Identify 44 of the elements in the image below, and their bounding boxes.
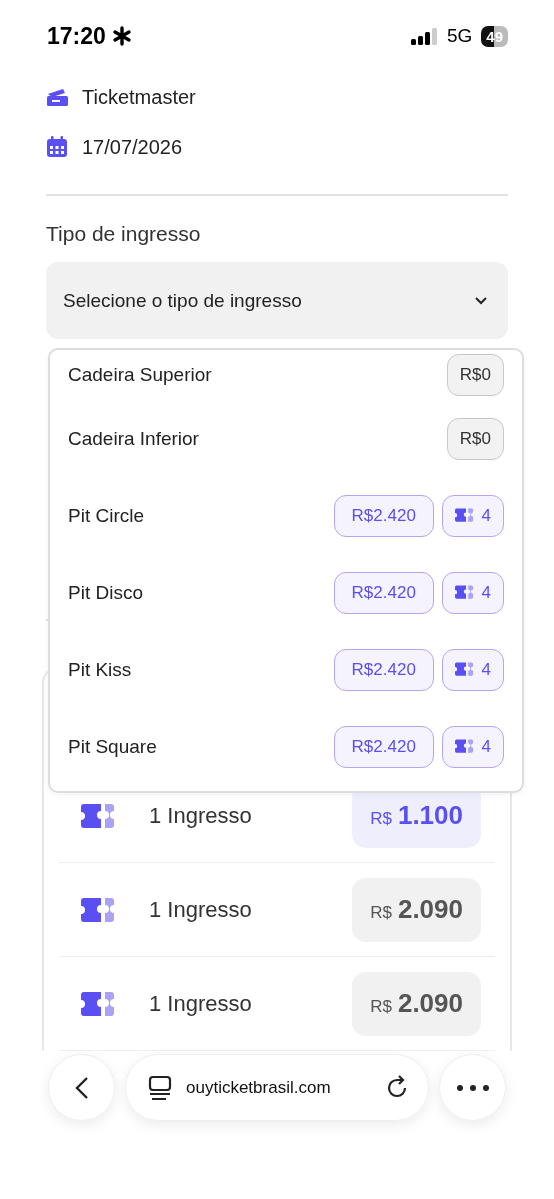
ticket-icon (454, 585, 474, 600)
chevron-down-icon (474, 296, 488, 305)
price-badge: R$2.420 (333, 648, 434, 691)
price-badge: R$2.420 (333, 571, 434, 614)
option-name[interactable]: Pit Square (68, 735, 157, 758)
ticket-icon (46, 87, 68, 107)
quantity-badge: 4 (441, 648, 504, 691)
network-label: 5G (446, 25, 473, 47)
option-name[interactable]: Pit Circle (68, 504, 144, 527)
option-name[interactable]: Cadeira Inferior (68, 427, 199, 450)
price-badge: R$2.420 (333, 725, 434, 768)
ticket-icon (81, 990, 115, 1017)
reader-icon (148, 1074, 172, 1101)
ticket-icon (454, 739, 474, 754)
signal-icon (410, 27, 438, 45)
ticket-icon (454, 662, 474, 677)
quantity-badge: 4 (441, 571, 504, 614)
price-option[interactable]: R$ 2.090 (352, 971, 481, 1036)
back-icon (74, 1075, 89, 1100)
price-badge: R$0 (446, 417, 504, 460)
organizer-name: Ticketmaster (82, 85, 196, 109)
quantity-badge: 4 (441, 725, 504, 768)
status-time: 17:20 (47, 22, 106, 50)
more-icon (456, 1084, 489, 1091)
url-text: ouyticketbrasil.com (186, 1077, 332, 1098)
price-option[interactable]: R$ 2.090 (352, 877, 481, 942)
option-name[interactable]: Pit Disco (68, 581, 143, 604)
option-name[interactable]: Cadeira Superior (68, 364, 212, 386)
ticket-icon (81, 896, 115, 923)
address-bar[interactable]: ouyticketbrasil.com (125, 1054, 429, 1121)
event-date: 17/07/2026 (82, 135, 183, 159)
ticket-icon (454, 508, 474, 523)
price-badge: R$2.420 (333, 494, 434, 537)
ticket-icon (81, 802, 115, 829)
calendar-icon (46, 136, 68, 158)
ticket-quantity: 1 Ingresso (149, 802, 253, 829)
price-badge: R$0 (446, 354, 504, 396)
ticket-quantity: 1 Ingresso (149, 990, 253, 1017)
ticket-quantity: 1 Ingresso (149, 896, 253, 923)
option-name[interactable]: Pit Kiss (68, 658, 132, 681)
asterisk-icon (111, 26, 132, 46)
ticket-type-select[interactable]: Selecione o tipo de ingresso (46, 262, 508, 339)
quantity-badge: 4 (441, 494, 504, 537)
field-label: Tipo de ingresso (46, 222, 202, 246)
